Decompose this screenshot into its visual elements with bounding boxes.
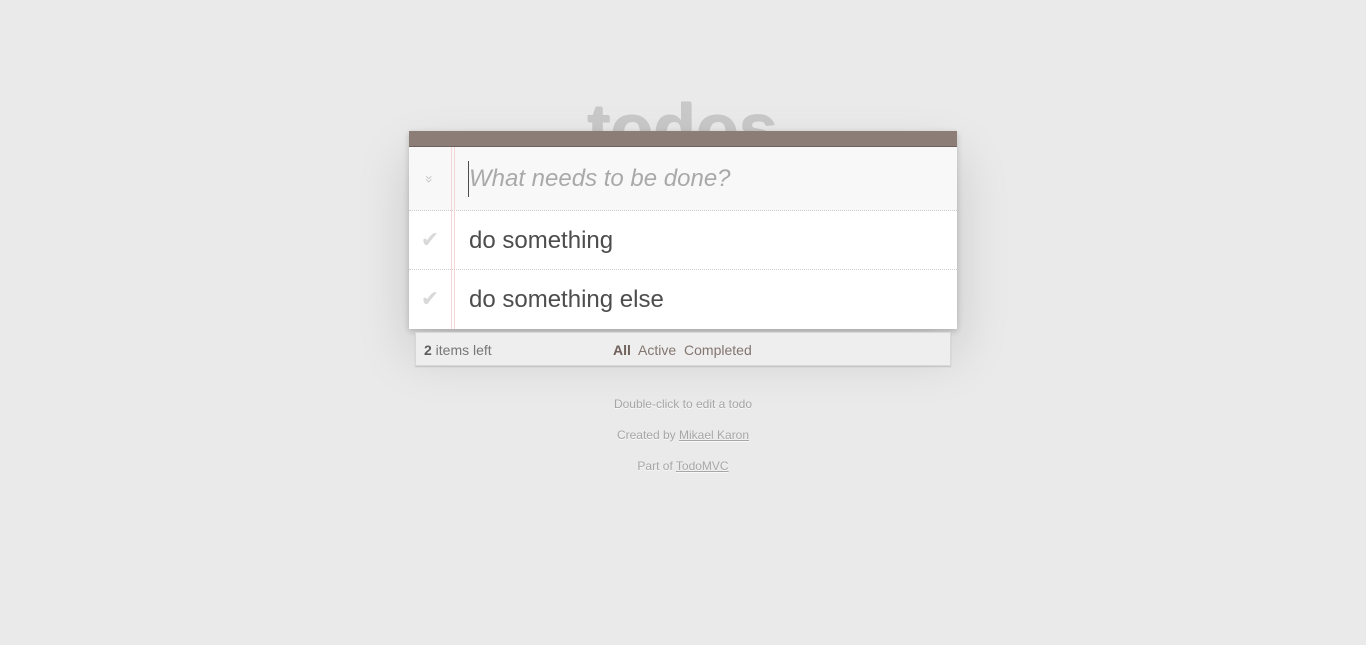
checkmark-icon[interactable]: ✔: [418, 287, 442, 311]
todomvc-link[interactable]: TodoMVC: [676, 459, 729, 473]
todo-count-suffix: items left: [431, 342, 492, 358]
part-of-prefix: Part of: [637, 459, 676, 473]
todo-item[interactable]: ✔ do something: [409, 211, 957, 270]
created-by-prefix: Created by: [616, 428, 679, 442]
new-todo-input[interactable]: [468, 161, 939, 197]
todo-count: 2 items left: [424, 342, 492, 358]
filter-active[interactable]: Active: [638, 342, 676, 358]
edit-hint: Double-click to edit a todo: [613, 397, 753, 411]
todo-app-card: » ✔ do something ✔ do something else: [409, 131, 957, 329]
todo-label[interactable]: do something: [469, 226, 613, 256]
card-top-bar: [409, 131, 957, 147]
filter-all[interactable]: All: [613, 342, 631, 358]
todo-footer: 2 items left All Active Completed: [415, 332, 951, 366]
todo-item[interactable]: ✔ do something else: [409, 270, 957, 329]
checkmark-icon[interactable]: ✔: [418, 228, 442, 252]
author-link[interactable]: Mikael Karon: [679, 428, 749, 442]
todo-count-number: 2: [424, 342, 432, 358]
toggle-all-icon[interactable]: »: [418, 169, 442, 189]
new-todo-row: »: [409, 147, 957, 211]
created-by: Created by Mikael Karon: [0, 428, 1366, 442]
filters: All Active Completed: [613, 342, 756, 358]
filter-completed[interactable]: Completed: [684, 342, 752, 358]
part-of: Part of TodoMVC: [0, 459, 1366, 473]
todo-label[interactable]: do something else: [469, 285, 664, 315]
